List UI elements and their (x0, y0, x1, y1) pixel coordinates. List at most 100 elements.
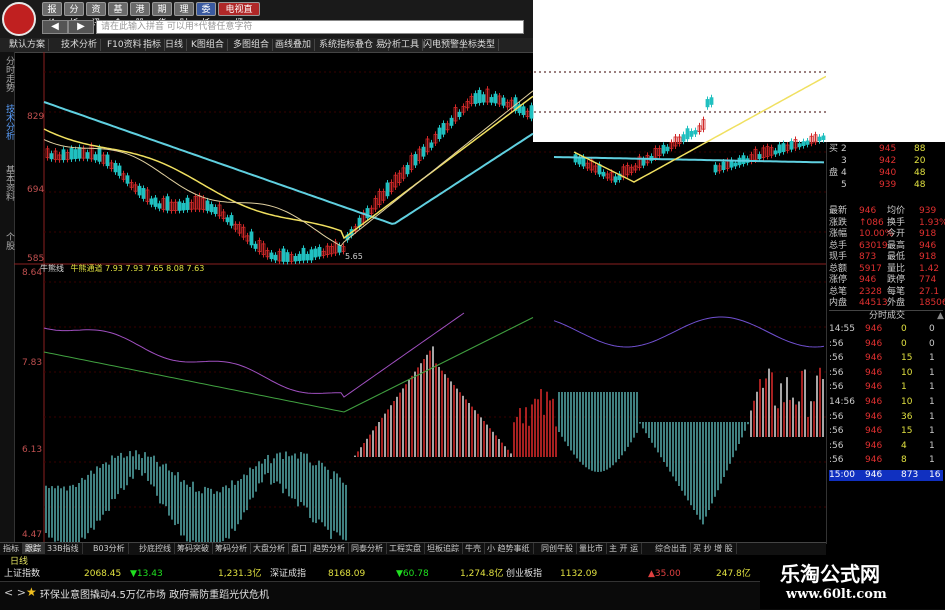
bottom-tab[interactable]: 筹码分析 (212, 543, 251, 554)
tick-price: 946 (865, 324, 883, 334)
bottom-tab[interactable]: 主 开 运 (606, 543, 643, 554)
bottom-tab[interactable]: 综合出击 (652, 543, 691, 554)
bottom-tab[interactable]: 工程实盘 (386, 543, 425, 554)
tick-price: 946 (865, 426, 883, 437)
candle-body (153, 197, 158, 207)
tb-axis-type[interactable]: 坐标类型 (456, 39, 500, 51)
tick-vol: 15 (901, 353, 913, 364)
candle-body (141, 188, 146, 199)
tick-row: :56 946 8 1 (829, 455, 943, 466)
tick-row: 14:56 946 10 1 (829, 397, 943, 408)
tick-vol: 1 (901, 382, 907, 393)
tab-technical[interactable]: 技术分析 (0, 104, 14, 140)
bottom-tab[interactable]: 牛壳 (462, 543, 485, 554)
candle-body (285, 252, 290, 262)
bottom-tab[interactable]: 抄底控线 (136, 543, 175, 554)
btn-analysis[interactable]: 分析 (64, 2, 84, 29)
candle-body (269, 252, 274, 260)
stat-row: 涨幅 10.00% 今开 918 (829, 229, 943, 240)
tb-tools[interactable]: 分析工具 (380, 39, 424, 51)
kline-chart[interactable] (14, 52, 826, 542)
candle-body (225, 217, 230, 223)
tick-n: 1 (929, 397, 935, 407)
btn-fund[interactable]: 基金 (108, 2, 128, 29)
stat-v2: 918 (919, 229, 937, 239)
bottom-tab[interactable]: 小 趋势事纸 (484, 543, 534, 554)
tick-n: 16 (929, 470, 941, 480)
bottom-tab[interactable]: 筹码突破 (174, 543, 213, 554)
ob-vol: 20 (914, 156, 926, 166)
candle-body (601, 171, 606, 177)
bottom-tab[interactable]: 坦板追踪 (424, 543, 463, 554)
stat-row: 涨跌 ↑086 换手 1.93% (829, 218, 945, 229)
candle-body (821, 135, 826, 141)
ob-level: 3 (841, 156, 847, 166)
candle-body (721, 161, 726, 170)
ticker-text[interactable]: 环保业意图撬动4.5万亿市场 政府需防重蹈光伏危机 (40, 586, 269, 601)
stat-v1: 873 (859, 252, 877, 262)
bottom-tab[interactable]: 同泰分析 (348, 543, 387, 554)
btn-finance[interactable]: 理财 (174, 2, 194, 29)
bottom-tab[interactable]: 指标 (0, 543, 23, 554)
btn-trade[interactable]: 委托 (196, 2, 216, 29)
idx2-name[interactable]: 深证成指 (270, 568, 306, 580)
idx1-name[interactable]: 上证指数 (4, 568, 40, 580)
tb-technical[interactable]: 技术分析 (58, 39, 102, 51)
tick-vol: 873 (901, 470, 919, 480)
tb-kcombo[interactable]: K图组合 (188, 39, 228, 51)
btn-tv[interactable]: 电视直播 (218, 2, 260, 29)
tab-intraday[interactable]: 分时走势 (0, 56, 14, 92)
stat-k1: 总笔 (829, 286, 848, 297)
tick-n: 1 (929, 353, 935, 364)
candle-body (685, 128, 690, 140)
tb-multichart[interactable]: 多图组合 (230, 39, 274, 51)
ticker-arrows-icon[interactable]: < > (4, 586, 26, 599)
tick-price: 946 (865, 411, 883, 422)
bottom-tab[interactable]: 大盘分析 (250, 543, 289, 554)
candle-body (429, 142, 434, 148)
btn-news[interactable]: 资讯 (86, 2, 106, 29)
idx3-name[interactable]: 创业板指 (506, 568, 542, 580)
bottom-tab[interactable]: 买 抄 增 股 (690, 543, 737, 554)
tick-price: 946 (865, 470, 883, 480)
btn-futures[interactable]: 期货 (152, 2, 172, 29)
tab-fundamentals[interactable]: 基本资料 (0, 165, 14, 201)
orderbook-row: 3 942 20 (829, 156, 943, 167)
tick-n: 0 (929, 324, 935, 334)
ob-level: 2 (841, 144, 847, 154)
bottom-tab[interactable]: 量比市 (576, 543, 607, 554)
tab-stock[interactable]: 个股 (0, 232, 14, 250)
forward-button[interactable]: ▶ (68, 20, 94, 34)
btn-hkstock[interactable]: 港股 (130, 2, 150, 29)
ticks-title-label: 分时成交 (869, 311, 906, 321)
bottom-tab[interactable]: 盘口 (288, 543, 311, 554)
tb-draw-overlay[interactable]: 画线叠加 (272, 39, 316, 51)
tb-default-scheme[interactable]: 默认方案 (6, 39, 50, 51)
candle-body (777, 144, 782, 154)
search-input[interactable]: 请在此输入拼音 可以用*代替任意字符 (96, 20, 524, 34)
scroll-up-icon[interactable]: ▲ (937, 311, 944, 322)
candle-body (473, 93, 478, 104)
idx2-value: 8168.09 (328, 569, 366, 579)
tb-daily[interactable]: 日线 (162, 39, 188, 51)
stat-row: 现手 873 最低 918 (829, 252, 943, 263)
bottom-tab[interactable]: 跟踪 (22, 543, 45, 554)
btn-quote[interactable]: 报价 (42, 2, 62, 29)
candle-body (165, 196, 170, 211)
back-button[interactable]: ◀ (42, 20, 68, 34)
bottom-tab[interactable]: 33B指线 (44, 543, 83, 554)
stat-k1: 最新 (829, 206, 848, 216)
stat-v1: 63019 (859, 240, 888, 251)
tick-time: 14:56 (829, 397, 855, 407)
stat-v2: 27.1 (919, 286, 940, 297)
bottom-tab[interactable]: 趋势分析 (310, 543, 349, 554)
candle-body (69, 148, 74, 160)
candle-body (97, 147, 102, 162)
bottom-tab[interactable]: 同创牛股 (538, 543, 577, 554)
bottom-tab[interactable]: B03分析 (90, 543, 129, 554)
tick-time: :56 (829, 382, 844, 393)
tick-vol: 10 (901, 397, 913, 407)
candle-body (73, 149, 78, 159)
stat-v1: 946 (859, 275, 877, 285)
candle-body (789, 141, 794, 150)
